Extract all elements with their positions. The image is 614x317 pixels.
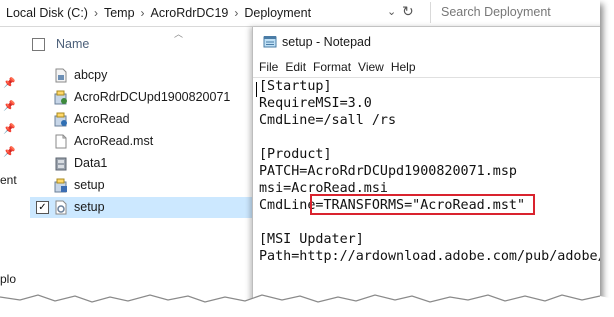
highlight-box	[310, 194, 535, 215]
select-all-checkbox[interactable]	[32, 38, 45, 51]
text-line: [Product]	[259, 147, 332, 162]
file-name: Data1	[74, 156, 108, 170]
search-placeholder: Search Deployment	[441, 5, 551, 19]
cabinet-file-icon	[55, 157, 67, 171]
file-name: setup	[74, 200, 105, 214]
screenshot: Local Disk (C:) › Temp › AcroRdrDC19 › D…	[0, 0, 600, 302]
notepad-icon	[263, 36, 277, 48]
notepad-text-area[interactable]: [Startup] RequireMSI=3.0 CmdLine=/sall /…	[253, 77, 600, 302]
address-bar[interactable]: Local Disk (C:) › Temp › AcroRdrDC19 › D…	[0, 0, 600, 27]
breadcrumb-temp[interactable]: Temp	[104, 6, 135, 20]
row-checkbox[interactable]: ✓	[36, 201, 49, 214]
breadcrumb-chevron-icon[interactable]: ›	[234, 6, 238, 20]
notepad-title: setup - Notepad	[282, 35, 371, 49]
script-file-icon	[55, 68, 67, 83]
file-name: abcpy	[74, 68, 108, 82]
breadcrumb: Local Disk (C:) › Temp › AcroRdrDC19 › D…	[6, 5, 311, 21]
notepad-window: setup - Notepad File Edit Format View He…	[252, 27, 600, 302]
file-row[interactable]: Data1	[30, 153, 256, 174]
file-name: AcroRead.mst	[74, 134, 154, 148]
menu-file[interactable]: File	[259, 60, 278, 74]
menu-format[interactable]: Format	[313, 60, 351, 74]
file-name: AcroRdrDCUpd1900820071	[74, 90, 231, 104]
pin-icon[interactable]: 📌	[3, 147, 15, 158]
menu-edit[interactable]: Edit	[285, 60, 306, 74]
address-history-chevron-down-icon[interactable]: ⌄	[387, 5, 396, 18]
breadcrumb-chevron-icon[interactable]: ›	[141, 6, 145, 20]
breadcrumb-deployment[interactable]: Deployment	[244, 6, 311, 20]
text-line: RequireMSI=3.0	[259, 96, 372, 111]
notepad-menu-bar: File Edit Format View Help	[259, 60, 423, 74]
file-row[interactable]: AcroRdrDCUpd1900820071	[30, 87, 256, 108]
text-line: [Startup]	[259, 79, 332, 94]
nav-item-partial[interactable]: ent	[0, 173, 17, 187]
menu-view[interactable]: View	[358, 60, 384, 74]
pin-icon[interactable]: 📌	[3, 101, 15, 112]
text-line: Path=http://ardownload.adobe.com/pub/ado…	[259, 249, 600, 264]
breadcrumb-local-disk[interactable]: Local Disk (C:)	[6, 6, 88, 20]
pin-icon[interactable]: 📌	[3, 124, 15, 135]
file-row[interactable]: abcpy	[30, 65, 256, 86]
search-input[interactable]: Search Deployment	[430, 2, 599, 23]
text-line: PATCH=AcroRdrDCUpd1900820071.msp	[259, 164, 517, 179]
notepad-title-bar[interactable]: setup - Notepad	[263, 35, 371, 49]
text-cursor	[256, 82, 257, 97]
file-row[interactable]: AcroRead.mst	[30, 131, 256, 152]
torn-edge-decoration	[0, 294, 614, 317]
setup-exe-icon	[54, 178, 67, 193]
text-line: [MSI Updater]	[259, 232, 364, 247]
installer-package-icon	[54, 112, 67, 127]
file-name: AcroRead	[74, 112, 130, 126]
installer-patch-icon	[54, 90, 67, 105]
refresh-icon[interactable]: ↻	[402, 3, 414, 20]
blank-file-icon	[55, 134, 67, 149]
nav-item-partial[interactable]: plo	[0, 272, 16, 286]
file-name: setup	[74, 178, 105, 192]
column-header-name[interactable]: Name	[56, 37, 89, 51]
file-row-selected[interactable]: ✓ setup	[30, 197, 256, 218]
menu-help[interactable]: Help	[391, 60, 416, 74]
file-row[interactable]: AcroRead	[30, 109, 256, 130]
pin-icon[interactable]: 📌	[3, 78, 15, 89]
breadcrumb-acrordrdc19[interactable]: AcroRdrDC19	[151, 6, 229, 20]
file-row[interactable]: setup	[30, 175, 256, 196]
sort-ascending-icon: ︿	[174, 29, 184, 39]
text-line: CmdLine=/sall /rs	[259, 113, 397, 128]
breadcrumb-chevron-icon[interactable]: ›	[94, 6, 98, 20]
settings-file-icon	[55, 200, 67, 215]
